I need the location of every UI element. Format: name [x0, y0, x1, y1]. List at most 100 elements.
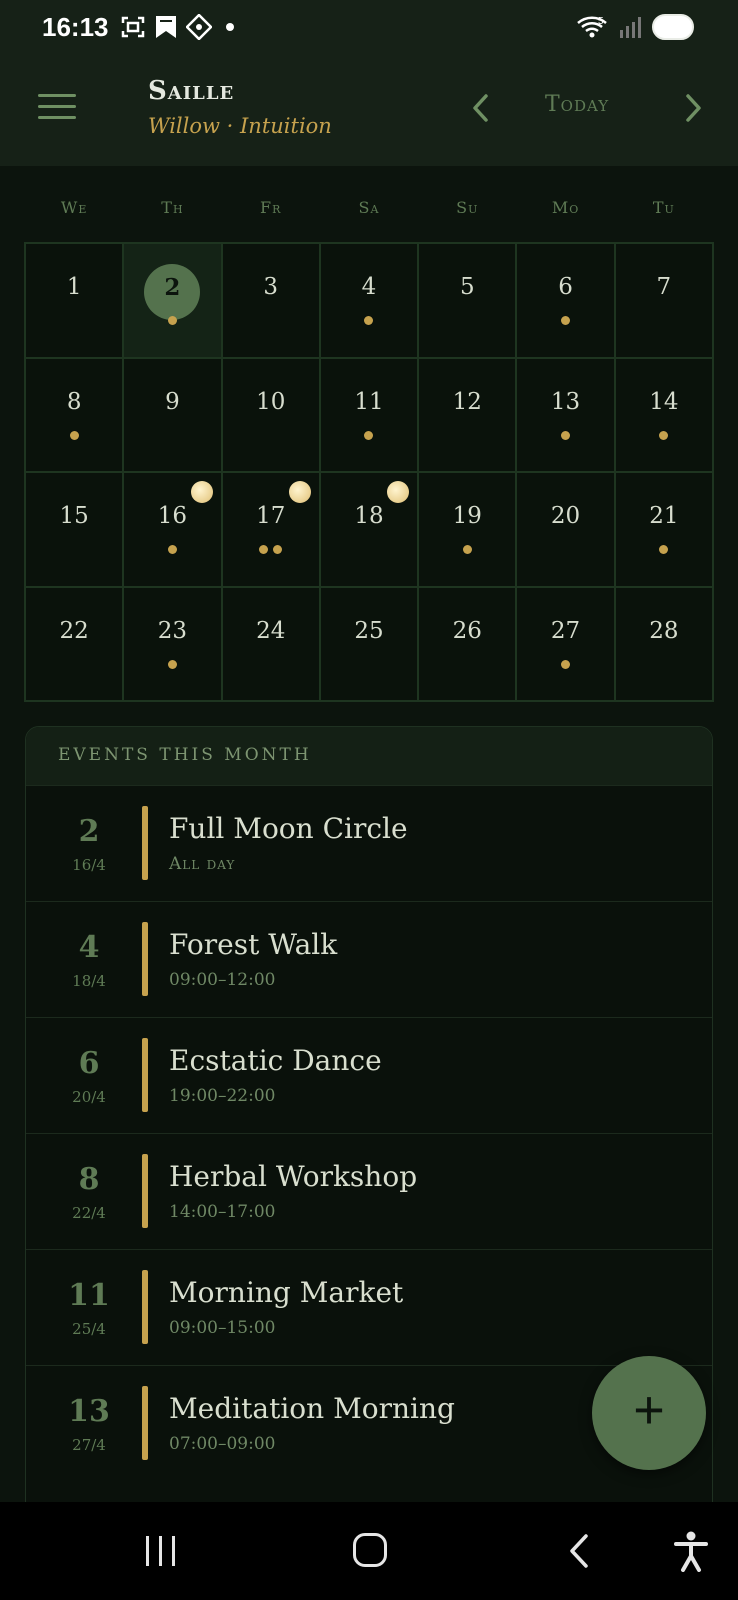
day-number: 23 — [157, 617, 188, 644]
calendar-day[interactable]: 6 — [516, 243, 615, 358]
event-dot — [259, 545, 269, 554]
home-icon[interactable] — [353, 1533, 387, 1567]
event-date: 20/4 — [72, 1088, 106, 1106]
calendar-day[interactable]: 21 — [614, 472, 713, 587]
day-number: 27 — [550, 617, 581, 644]
today-button[interactable]: Today — [545, 92, 609, 117]
add-event-button[interactable]: + — [592, 1356, 706, 1470]
calendar-day[interactable]: 16 — [123, 472, 222, 587]
event-title: Ecstatic Dance — [169, 1044, 382, 1077]
svg-text:5: 5 — [598, 16, 604, 27]
event-dot — [561, 430, 571, 440]
status-icons-left — [120, 14, 240, 40]
event-date: 22/4 — [72, 1204, 106, 1222]
calendar-day[interactable]: 19 — [418, 472, 517, 587]
event-dot — [69, 430, 79, 440]
calendar-day[interactable]: 15 — [25, 472, 124, 587]
event-dot — [659, 430, 669, 440]
event-dots — [616, 545, 712, 554]
day-number: 22 — [59, 617, 89, 644]
day-number: 3 — [263, 274, 279, 300]
event-dots — [517, 430, 613, 440]
event-accent-bar — [142, 922, 148, 996]
calendar-day[interactable]: 24 — [221, 586, 320, 701]
event-dots — [419, 545, 515, 554]
event-dots — [517, 659, 613, 669]
event-dot — [273, 545, 283, 554]
event-dots — [124, 659, 220, 669]
day-number: 13 — [550, 388, 581, 415]
event-day: 4 — [78, 930, 100, 965]
app-header: Saille Willow · Intuition Today — [0, 58, 738, 166]
calendar-day[interactable]: 11 — [319, 357, 419, 472]
calendar-grid: 1 2 3 4 5 6 7 8 9 10 11 12 13 14 15 16 17 18 19 20 21 22 23 24 2… — [24, 242, 714, 702]
event-dots — [26, 430, 122, 440]
event-title: Morning Market — [169, 1276, 404, 1309]
event-row[interactable]: 4 18/4 Forest Walk 09:00–12:00 — [26, 901, 712, 1017]
day-number: 24 — [256, 617, 286, 644]
calendar-day[interactable]: 26 — [418, 586, 517, 701]
event-dots — [321, 430, 417, 440]
status-bar: 16:13 5 — [0, 0, 738, 58]
events-heading: EVENTS THIS MONTH — [26, 727, 712, 785]
calendar-day[interactable]: 17 — [221, 472, 320, 587]
calendar-day[interactable]: 18 — [319, 472, 419, 587]
calendar-day[interactable]: 1 — [25, 243, 124, 358]
chevron-right-icon[interactable] — [678, 90, 708, 126]
event-dot — [659, 545, 669, 554]
event-day: 13 — [68, 1394, 110, 1429]
event-dot — [167, 545, 177, 554]
event-dots — [124, 316, 220, 325]
battery-icon — [652, 14, 694, 40]
calendar-day[interactable]: 5 — [418, 243, 517, 358]
calendar-day[interactable]: 23 — [123, 586, 222, 701]
accessibility-icon[interactable] — [672, 1530, 710, 1572]
recents-icon[interactable] — [146, 1536, 175, 1566]
weekday-label: Su — [456, 198, 479, 217]
event-day: 2 — [78, 814, 100, 849]
back-icon[interactable] — [564, 1532, 594, 1570]
event-dots — [517, 316, 613, 325]
event-time: All day — [169, 854, 236, 874]
calendar-day[interactable]: 9 — [123, 357, 222, 472]
event-dots — [616, 430, 712, 440]
calendar-day[interactable]: 7 — [614, 243, 713, 358]
calendar-day[interactable]: 28 — [614, 586, 713, 701]
day-number: 14 — [649, 388, 679, 415]
day-number: 8 — [66, 388, 82, 415]
event-dots — [124, 545, 220, 554]
event-accent-bar — [142, 806, 148, 880]
calendar-day[interactable]: 20 — [516, 472, 615, 587]
calendar-day[interactable]: 22 — [25, 586, 124, 701]
event-accent-bar — [142, 1038, 148, 1112]
page-title: Saille — [148, 76, 235, 106]
calendar-day[interactable]: 13 — [516, 357, 615, 472]
calendar-day[interactable]: 25 — [319, 586, 419, 701]
menu-icon[interactable] — [38, 94, 76, 124]
calendar-day[interactable]: 4 — [319, 243, 419, 358]
wifi-icon: 5 — [577, 16, 607, 38]
event-row[interactable]: 2 16/4 Full Moon Circle All day — [26, 785, 712, 901]
calendar-day[interactable]: 8 — [25, 357, 124, 472]
event-row[interactable]: 11 25/4 Morning Market 09:00–15:00 — [26, 1249, 712, 1365]
day-number: 18 — [354, 503, 384, 529]
event-date: 25/4 — [72, 1320, 106, 1338]
weekday-label: Tu — [652, 198, 675, 217]
chevron-left-icon[interactable] — [466, 90, 496, 126]
calendar-day[interactable]: 12 — [418, 357, 517, 472]
event-time: 07:00–09:00 — [169, 1434, 276, 1454]
app-icon — [186, 14, 212, 40]
event-row[interactable]: 8 22/4 Herbal Workshop 14:00–17:00 — [26, 1133, 712, 1249]
event-title: Full Moon Circle — [169, 812, 408, 845]
calendar-day[interactable]: 3 — [221, 243, 320, 358]
calendar-day-today[interactable]: 2 — [123, 243, 222, 358]
plus-icon: + — [633, 1380, 665, 1440]
event-row[interactable]: 6 20/4 Ecstatic Dance 19:00–22:00 — [26, 1017, 712, 1133]
event-accent-bar — [142, 1154, 148, 1228]
event-day: 11 — [68, 1278, 110, 1313]
calendar-day[interactable]: 14 — [614, 357, 713, 472]
calendar-day[interactable]: 27 — [516, 586, 615, 701]
calendar-day[interactable]: 10 — [221, 357, 320, 472]
weekday-label: Sa — [358, 198, 380, 217]
day-number: 12 — [452, 388, 482, 415]
